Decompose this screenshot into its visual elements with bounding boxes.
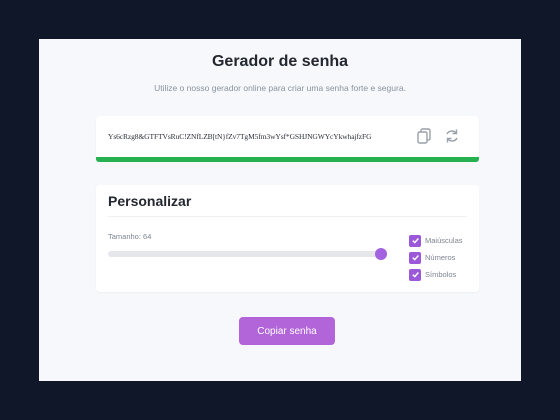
numbers-label: Números [425,253,456,262]
refresh-icon[interactable] [442,126,462,146]
option-numbers[interactable]: Números [409,249,463,266]
length-slider[interactable] [108,248,387,260]
settings-panel: Personalizar Tamanho: 64 Maiúsculas Núme… [96,185,479,292]
length-slider-track[interactable] [108,251,387,257]
copy-password-button[interactable]: Copiar senha [239,317,335,345]
password-strength-bar [96,157,479,162]
character-options: Maiúsculas Números Símbolos [409,232,463,283]
page-title: Gerador de senha [211,53,349,70]
length-label: Tamanho: 64 [108,232,152,241]
copy-icon[interactable] [414,126,434,146]
uppercase-label: Maiúsculas [425,236,463,245]
password-value[interactable]: Ys6cRzg8&GTFTVsRuC!ZNfLZB[tN}fZv7TgM5fm3… [108,132,372,141]
symbols-checkbox[interactable] [409,268,421,281]
option-symbols[interactable]: Símbolos [409,266,463,283]
numbers-checkbox[interactable] [409,251,421,264]
uppercase-checkbox[interactable] [409,234,421,247]
symbols-label: Símbolos [425,270,457,279]
length-slider-thumb[interactable] [375,248,387,260]
settings-divider [108,216,467,217]
password-generator-card: Gerador de senha Utilize o nosso gerador… [39,39,521,381]
option-uppercase[interactable]: Maiúsculas [409,232,463,249]
password-strength-fill [96,157,479,162]
password-display: Ys6cRzg8&GTFTVsRuC!ZNfLZB[tN}fZv7TgM5fm3… [96,116,479,160]
page-subtitle: Utilize o nosso gerador online para cria… [154,83,406,93]
settings-title: Personalizar [108,193,192,209]
